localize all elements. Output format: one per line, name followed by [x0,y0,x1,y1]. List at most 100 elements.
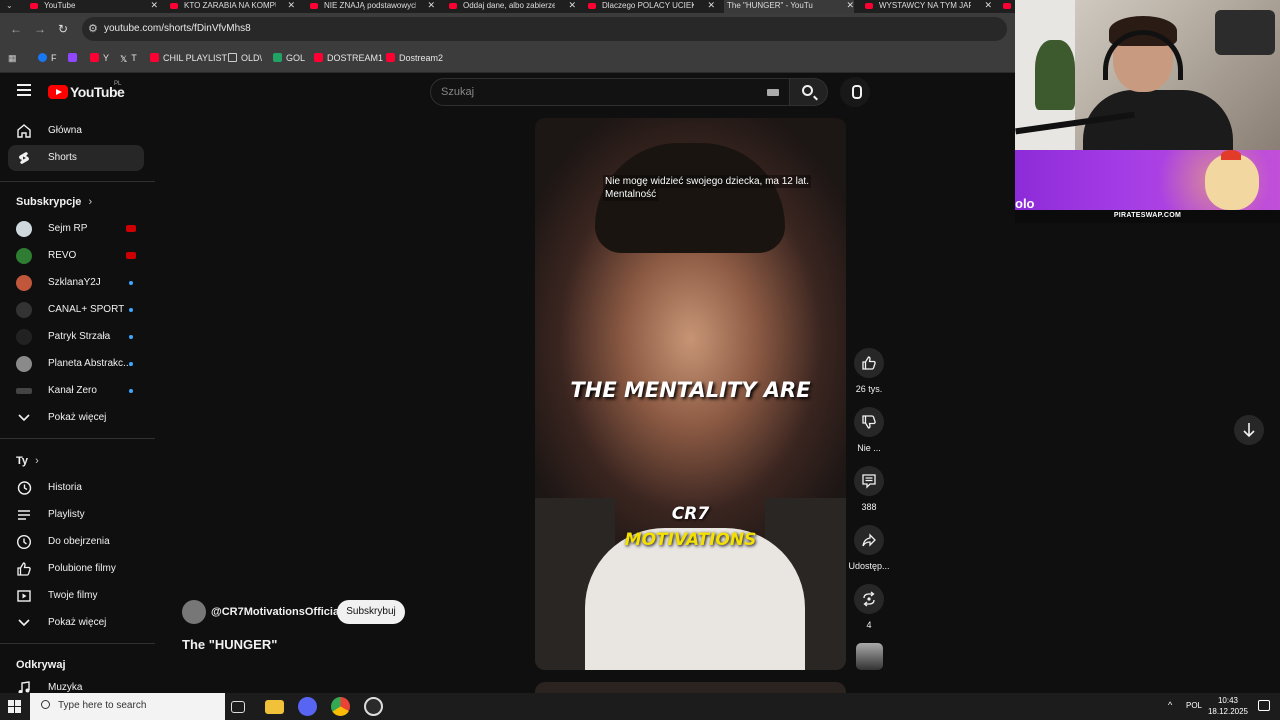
show-more-subscriptions-button[interactable]: Pokaż więcej [8,405,144,431]
dislike-label: Nie ... [857,443,881,453]
close-tab-icon[interactable]: ✕ [427,0,435,11]
reload-icon[interactable]: ↻ [58,22,68,36]
close-tab-icon[interactable]: ✕ [846,0,854,11]
bookmark-item[interactable]: Y [90,53,109,63]
comments-button[interactable]: 388 [852,466,886,512]
streamer-webcam-overlay [1015,0,1280,150]
sidebar-item-subscription[interactable]: CANAL+ SPORT [8,297,144,323]
sidebar-item-your-videos[interactable]: Twoje filmy [8,583,144,609]
sidebar-divider [0,643,155,644]
subscribe-button[interactable]: Subskrybuj [337,600,405,624]
browser-tab[interactable]: Dlaczego POLACY UCIEKA ✕ [588,0,715,13]
site-info-icon[interactable]: ⚙ [88,22,98,35]
sidebar-item-subscription[interactable]: Sejm RP [8,216,144,242]
sidebar-item-subscription[interactable]: REVO [8,243,144,269]
shorts-icon [19,152,29,164]
tray-chevron-up-icon[interactable]: ^ [1168,700,1172,710]
browser-tab[interactable]: KTO ZARABIA NA KOMPU ✕ [170,0,295,13]
sidebar-item-subscription[interactable]: SzklanaY2J [8,270,144,296]
voice-search-mic-icon[interactable] [840,77,870,107]
url-field[interactable]: ⚙ youtube.com/shorts/fDinVfvMhs8 [82,17,1007,41]
sidebar-item-playlists[interactable]: Playlisty [8,502,144,528]
browser-tab[interactable]: YouTube ✕ [30,0,158,13]
close-tab-icon[interactable]: ✕ [568,0,576,11]
bookmark-item[interactable]: F [38,53,57,63]
youtube-icon [150,53,159,62]
browser-tab[interactable]: WYSTAWCY NA TYM JARM ✕ [865,0,992,13]
folder-icon [228,53,237,62]
channel-name[interactable]: @CR7MotivationsOfficial [211,606,342,618]
ad-logo-text: olo [1015,196,1035,211]
shorts-video-player[interactable]: Nie mogę widzieć swojego dziecka, ma 12 … [535,118,846,670]
close-tab-icon[interactable]: ✕ [984,0,992,11]
address-bar-row: ← → ↻ ⚙ youtube.com/shorts/fDinVfvMhs8 [0,13,1015,45]
remix-button[interactable]: 4 [852,584,886,630]
keyboard-icon[interactable] [767,89,779,96]
tab-search-chevron-icon[interactable]: ⌄ [6,1,13,10]
sidebar-item-subscription[interactable]: Patryk Strzała [8,324,144,350]
task-view-icon[interactable] [231,701,245,713]
webcam-background-chair [1215,10,1275,55]
remix-icon [863,591,875,607]
sidebar-item-home[interactable]: Główna [8,118,144,144]
share-button[interactable]: Udostęp... [848,525,890,571]
sidebar-item-watch-later[interactable]: Do obejrzenia [8,529,144,555]
your-videos-icon [17,590,31,602]
bookmark-item[interactable]: 𝕏T [120,53,137,64]
notification-icon[interactable] [1258,700,1270,711]
new-content-dot-icon [129,362,133,366]
show-more-you-button[interactable]: Pokaż więcej [8,610,144,636]
obs-icon[interactable] [364,697,383,716]
sidebar-item-history[interactable]: Historia [8,475,144,501]
clock[interactable]: 10:43 18.12.2025 [1206,695,1250,717]
you-heading[interactable]: Ty › [16,455,39,467]
youtube-logo[interactable]: YouTube PL [48,81,125,101]
file-explorer-icon[interactable] [265,700,284,714]
avatar [16,221,32,237]
bookmark-item[interactable]: GOL [273,53,305,63]
browser-tab-active[interactable]: The "HUNGER" - YouTu ✕ [724,0,854,13]
discord-icon[interactable] [298,697,317,716]
chrome-icon[interactable] [331,697,350,716]
sidebar-item-liked-videos[interactable]: Polubione filmy [8,556,144,582]
forward-arrow-icon[interactable]: → [34,22,46,36]
dislike-button[interactable]: Nie ... [852,407,886,453]
browser-tab[interactable]: Oddaj dane, albo zabierzem ✕ [449,0,576,13]
taskbar-search-input[interactable]: Type here to search [30,693,225,720]
search-input[interactable]: Szukaj [430,78,790,106]
browser-tab[interactable] [1003,0,1015,13]
bookmark-folder[interactable]: OLD\ [228,53,262,63]
sidebar-item-subscription[interactable]: Kanał Zero [8,378,144,404]
sound-thumbnail[interactable] [856,643,883,670]
comment-count: 388 [861,502,877,512]
search-icon [802,85,813,96]
keyboard-language[interactable]: POL [1186,701,1202,710]
gol-icon [273,53,282,62]
browser-tab[interactable]: NIE ZNAJĄ podstawowych ✕ [310,0,435,13]
chevron-down-icon [18,619,30,627]
rooster-mascot-icon [1205,154,1259,210]
sidebar-item-subscription[interactable]: Planeta Abstrakc... [8,351,144,377]
bookmark-item[interactable]: CHIL PLAYLIST [150,53,227,63]
apps-grid-icon[interactable]: ▦ [8,53,17,64]
bookmark-item[interactable]: Dostream2 [386,53,443,63]
subscriptions-heading[interactable]: Subskrypcje › [16,196,92,208]
close-tab-icon[interactable]: ✕ [707,0,715,11]
windows-start-icon[interactable] [8,700,21,713]
avatar [16,248,32,264]
back-arrow-icon[interactable]: ← [10,22,22,36]
bookmark-item[interactable]: DOSTREAM1 [314,53,383,63]
search-button[interactable] [790,78,828,106]
next-short-button[interactable] [1234,415,1264,445]
avatar[interactable] [182,600,206,624]
sidebar-item-shorts[interactable]: Shorts [8,145,144,171]
youtube-favicon-icon [449,2,457,9]
bookmark-item[interactable] [68,53,81,63]
ad-domain: PIRATESWAP.COM [1113,212,1182,219]
close-tab-icon[interactable]: ✕ [287,0,295,11]
menu-hamburger-icon[interactable] [17,84,31,99]
like-button[interactable]: 26 tys. [852,348,886,394]
close-tab-icon[interactable]: ✕ [150,0,158,11]
youtube-favicon-icon [1003,2,1011,9]
webcam-background-tree [1035,40,1075,110]
